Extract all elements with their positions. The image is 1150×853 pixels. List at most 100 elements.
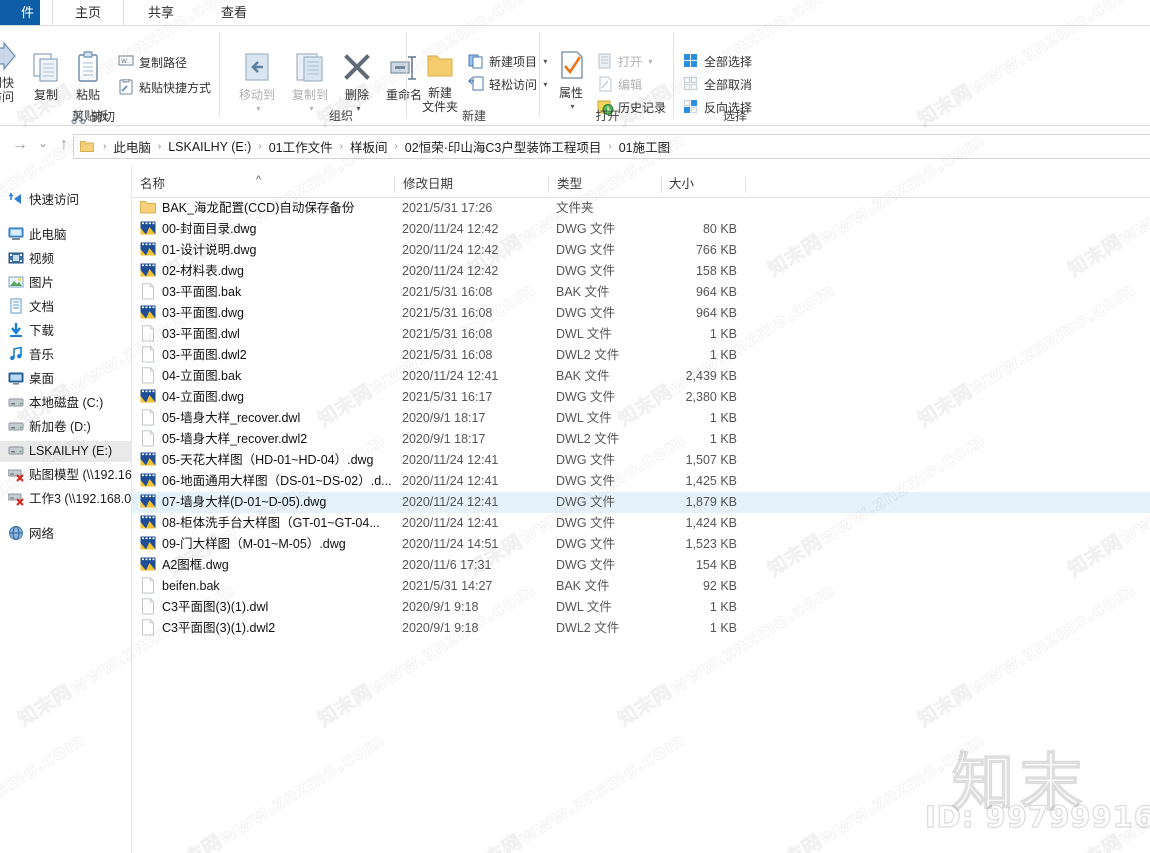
sidebar-item-10[interactable]: LSKAILHY (E:): [0, 441, 131, 462]
sidebar-item-6[interactable]: 音乐: [0, 345, 131, 366]
file-name-cell[interactable]: 05-墙身大样_recover.dwl2: [140, 429, 307, 450]
edit-button[interactable]: 编辑: [597, 74, 642, 96]
file-name-cell[interactable]: BAK_海龙配置(CCD)自动保存备份: [140, 198, 354, 219]
file-name-cell[interactable]: 07-墙身大样(D-01~D-05).dwg: [140, 492, 326, 513]
file-name-cell[interactable]: 01-设计说明.dwg: [140, 240, 256, 261]
table-row[interactable]: 03-平面图.dwg 2021/5/31 16:08 DWG 文件 964 KB: [132, 303, 1150, 324]
tab-share[interactable]: 共享: [125, 0, 197, 25]
column-divider[interactable]: [745, 177, 746, 193]
file-list[interactable]: BAK_海龙配置(CCD)自动保存备份 2021/5/31 17:26 文件夹 00-…: [132, 198, 1150, 853]
copy-path-button[interactable]: W.. 复制路径: [118, 52, 187, 74]
file-name-cell[interactable]: C3平面图(3)(1).dwl2: [140, 618, 275, 639]
file-name-cell[interactable]: 06-地面通用大样图（DS-01~DS-02）.d...: [140, 471, 392, 492]
sidebar-item-5[interactable]: 下载: [0, 321, 131, 342]
pin-to-quick-access-button[interactable]: 到快 访问: [0, 38, 26, 104]
tab-view[interactable]: 查看: [198, 0, 270, 25]
sidebar-item-4[interactable]: 文档: [0, 297, 131, 318]
table-row[interactable]: C3平面图(3)(1).dwl 2020/9/1 9:18 DWL 文件 1 KB: [132, 597, 1150, 618]
select-all-button[interactable]: 全部选择: [683, 51, 752, 73]
file-name-cell[interactable]: 05-墙身大样_recover.dwl: [140, 408, 300, 429]
sidebar-item-11[interactable]: 贴图模型 (\\192.16: [0, 465, 131, 486]
breadcrumb-item-5[interactable]: 01施工图: [619, 137, 670, 156]
file-name-cell[interactable]: 09-门大样图（M-01~M-05）.dwg: [140, 534, 346, 555]
tab-home[interactable]: 主页: [52, 0, 124, 25]
column-divider[interactable]: [661, 177, 662, 193]
table-row[interactable]: 05-墙身大样_recover.dwl2 2020/9/1 18:17 DWL2 文…: [132, 429, 1150, 450]
move-to-caret-icon[interactable]: ▾: [234, 102, 283, 116]
file-name-cell[interactable]: 00-封面目录.dwg: [140, 219, 256, 240]
table-row[interactable]: A2图框.dwg 2020/11/6 17:31 DWG 文件 154 KB: [132, 555, 1150, 576]
sidebar-item-7[interactable]: 桌面: [0, 369, 131, 390]
move-to-button[interactable]: 移动到 ▾: [231, 50, 283, 116]
table-row[interactable]: 03-平面图.bak 2021/5/31 16:08 BAK 文件 964 KB: [132, 282, 1150, 303]
table-row[interactable]: 03-平面图.dwl2 2021/5/31 16:08 DWL2 文件 1 KB: [132, 345, 1150, 366]
open-button[interactable]: 打开 ▾: [597, 51, 652, 73]
sidebar-item-0[interactable]: 快速访问: [0, 190, 131, 211]
table-row[interactable]: 06-地面通用大样图（DS-01~DS-02）.d... 2020/11/24 1…: [132, 471, 1150, 492]
breadcrumb-bar[interactable]: › 此电脑 › LSKAILHY (E:) › 01工作文件 › 样板间 › 0…: [73, 134, 1150, 159]
file-name-cell[interactable]: 05-天花大样图（HD-01~HD-04）.dwg: [140, 450, 374, 471]
new-item-button[interactable]: 新建项目 ▾: [468, 51, 547, 73]
file-name-cell[interactable]: 03-平面图.dwl: [140, 324, 240, 345]
table-row[interactable]: 09-门大样图（M-01~M-05）.dwg 2020/11/24 14:51 DW…: [132, 534, 1150, 555]
new-folder-button[interactable]: 新建 文件夹: [414, 48, 466, 114]
table-row[interactable]: 05-墙身大样_recover.dwl 2020/9/1 18:17 DWL 文件 1…: [132, 408, 1150, 429]
file-name-cell[interactable]: 03-平面图.bak: [140, 282, 241, 303]
column-divider[interactable]: [394, 177, 395, 193]
table-row[interactable]: 00-封面目录.dwg 2020/11/24 12:42 DWG 文件 80 KB: [132, 219, 1150, 240]
sidebar-item-9[interactable]: 新加卷 (D:): [0, 417, 131, 438]
column-header-type[interactable]: 类型: [557, 172, 582, 197]
file-name-cell[interactable]: 03-平面图.dwl2: [140, 345, 247, 366]
table-row[interactable]: 04-立面图.dwg 2021/5/31 16:17 DWG 文件 2,380 KB: [132, 387, 1150, 408]
table-row[interactable]: beifen.bak 2021/5/31 14:27 BAK 文件 92 KB: [132, 576, 1150, 597]
tab-file[interactable]: 件: [0, 0, 40, 25]
file-name-cell[interactable]: 03-平面图.dwg: [140, 303, 244, 324]
table-row[interactable]: C3平面图(3)(1).dwl2 2020/9/1 9:18 DWL2 文件 1 KB: [132, 618, 1150, 639]
properties-button[interactable]: 属性 ▾: [547, 48, 595, 114]
paste-shortcut-button[interactable]: 粘贴快捷方式: [118, 77, 211, 99]
open-caret-icon[interactable]: ▾: [648, 57, 652, 66]
table-row[interactable]: 02-材料表.dwg 2020/11/24 12:42 DWG 文件 158 KB: [132, 261, 1150, 282]
sidebar-item-2[interactable]: 视频: [0, 249, 131, 270]
select-group-title: 选择: [722, 109, 747, 123]
file-name-cell[interactable]: beifen.bak: [140, 576, 220, 597]
table-row[interactable]: 07-墙身大样(D-01~D-05).dwg 2020/11/24 12:41 DW…: [132, 492, 1150, 513]
sidebar-item-1[interactable]: 此电脑: [0, 225, 131, 246]
table-row[interactable]: 04-立面图.bak 2020/11/24 12:41 BAK 文件 2,439 KB: [132, 366, 1150, 387]
column-header-date[interactable]: 修改日期: [403, 172, 453, 197]
sidebar-item-12[interactable]: 工作3 (\\192.168.0: [0, 489, 131, 510]
up-button[interactable]: ↑: [54, 136, 74, 154]
sidebar-item-13[interactable]: 网络: [0, 524, 131, 545]
blank-file-icon: [140, 409, 156, 426]
file-name-cell[interactable]: 04-立面图.bak: [140, 366, 241, 387]
breadcrumb-item-2[interactable]: 01工作文件: [269, 137, 333, 156]
paste-button[interactable]: 粘贴: [66, 50, 110, 102]
sidebar-item-3[interactable]: 图片: [0, 273, 131, 294]
dwg-icon: [140, 514, 156, 531]
breadcrumb-item-0[interactable]: 此电脑: [113, 137, 151, 156]
table-row[interactable]: 08-柜体洗手台大样图（GT-01~GT-04... 2020/11/24 12:…: [132, 513, 1150, 534]
forward-button[interactable]: →: [10, 136, 30, 154]
easy-access-button[interactable]: 轻松访问 ▾: [468, 74, 547, 96]
file-name-cell[interactable]: A2图框.dwg: [140, 555, 229, 576]
drive-icon: [8, 442, 24, 458]
copy-label: 复制: [33, 88, 58, 102]
table-row[interactable]: 03-平面图.dwl 2021/5/31 16:08 DWL 文件 1 KB: [132, 324, 1150, 345]
column-header-size[interactable]: 大小: [669, 172, 694, 197]
sidebar-item-8[interactable]: 本地磁盘 (C:): [0, 393, 131, 414]
column-divider[interactable]: [548, 177, 549, 193]
recent-locations-button[interactable]: ⌄: [33, 136, 53, 150]
file-name-cell[interactable]: C3平面图(3)(1).dwl: [140, 597, 268, 618]
column-header-name[interactable]: 名称: [140, 172, 165, 197]
select-none-button[interactable]: 全部取消: [683, 74, 752, 96]
breadcrumb-item-1[interactable]: LSKAILHY (E:): [168, 140, 251, 154]
breadcrumb-item-3[interactable]: 样板间: [350, 137, 388, 156]
file-name-cell[interactable]: 04-立面图.dwg: [140, 387, 244, 408]
copy-button[interactable]: 复制: [24, 50, 68, 102]
file-name-cell[interactable]: 08-柜体洗手台大样图（GT-01~GT-04...: [140, 513, 380, 534]
breadcrumb-item-4[interactable]: 02恒荣·印山海C3户型装饰工程项目: [405, 137, 602, 156]
table-row[interactable]: BAK_海龙配置(CCD)自动保存备份 2021/5/31 17:26 文件夹: [132, 198, 1150, 219]
file-name-cell[interactable]: 02-材料表.dwg: [140, 261, 244, 282]
table-row[interactable]: 01-设计说明.dwg 2020/11/24 12:42 DWG 文件 766 KB: [132, 240, 1150, 261]
table-row[interactable]: 05-天花大样图（HD-01~HD-04）.dwg 2020/11/24 12:4…: [132, 450, 1150, 471]
